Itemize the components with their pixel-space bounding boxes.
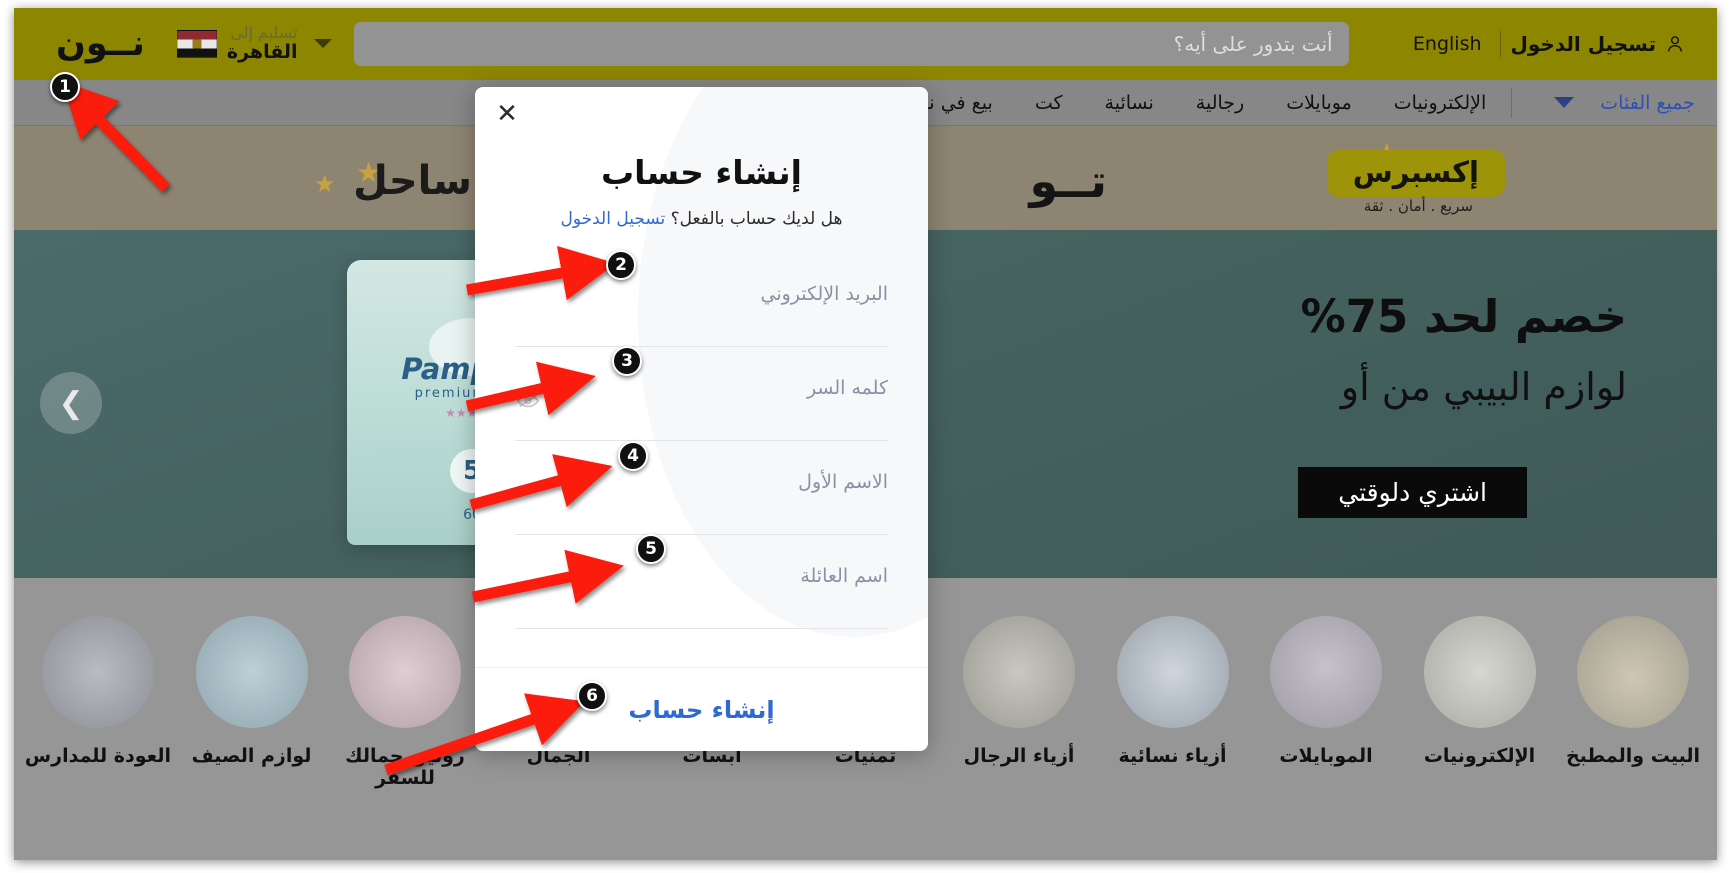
category-label: لوازم الصيف bbox=[191, 745, 312, 767]
user-icon bbox=[1668, 36, 1682, 52]
category-label: أزياء الرجال bbox=[963, 745, 1075, 767]
annotation-badge-1: 1 bbox=[50, 72, 80, 102]
modal-body: ✕ إنشاء حساب هل لديك حساب بالفعل؟ تسجيل … bbox=[475, 87, 928, 751]
backpack-icon bbox=[42, 616, 154, 728]
create-account-modal: ✕ إنشاء حساب هل لديك حساب بالفعل؟ تسجيل … bbox=[475, 87, 928, 751]
hero-headline: خصم لحد 75% bbox=[1300, 290, 1627, 343]
language-switch[interactable]: English bbox=[1395, 33, 1500, 55]
annotation-badge-3: 3 bbox=[612, 346, 642, 376]
nav-item-0[interactable]: الإلكترونيات bbox=[1373, 92, 1508, 114]
close-icon[interactable]: ✕ bbox=[493, 101, 521, 129]
banner-word-coast: ساحل bbox=[353, 158, 472, 204]
egypt-flag-icon bbox=[176, 29, 217, 58]
browser-viewport: تسجيل الدخول English أنت بتدور على أيه؟ … bbox=[14, 8, 1717, 860]
nav-divider bbox=[1511, 87, 1513, 118]
summer-icon bbox=[195, 616, 308, 728]
nav-item-3[interactable]: نسائية bbox=[1084, 92, 1175, 114]
nav-item-1[interactable]: موبايلات bbox=[1265, 92, 1373, 114]
annotation-badge-4: 4 bbox=[618, 441, 648, 471]
category-label: روتين جمالك للسفر bbox=[345, 745, 465, 789]
eye-icon[interactable] bbox=[517, 393, 539, 409]
express-badge: إكسبرس bbox=[1326, 150, 1505, 197]
last-name-field-label: اسم العائلة bbox=[800, 565, 888, 587]
hero-subline: لوازم البيبي من أو bbox=[1340, 365, 1627, 409]
womens-fashion-icon bbox=[1116, 616, 1229, 728]
hero-cta-button[interactable]: اشتري دلوقتي bbox=[1298, 467, 1527, 518]
deliver-label: تسليم إلى bbox=[230, 22, 298, 42]
travel-beauty-icon bbox=[349, 616, 461, 728]
modal-subtitle-text: هل لديك حساب بالفعل؟ bbox=[670, 209, 843, 229]
header-divider bbox=[1499, 31, 1501, 57]
category-item-10[interactable]: العودة للمدارس bbox=[24, 616, 172, 790]
chevron-down-icon bbox=[313, 39, 332, 49]
earbuds-icon bbox=[1423, 616, 1536, 728]
category-label: البيت والمطبخ bbox=[1565, 745, 1701, 767]
delivery-location-selector[interactable]: تسليم إلى القاهرة bbox=[176, 22, 332, 64]
star-icon: ★ bbox=[314, 170, 336, 198]
smartphone-icon bbox=[1270, 616, 1382, 728]
annotation-badge-2: 2 bbox=[606, 250, 636, 280]
category-item-1[interactable]: الإلكترونيات bbox=[1406, 616, 1554, 790]
header-account-area: تسجيل الدخول English bbox=[1395, 31, 1701, 57]
caret-down-icon[interactable] bbox=[1554, 97, 1575, 108]
annotation-badge-6: 6 bbox=[577, 681, 607, 711]
password-field[interactable]: كلمه السر bbox=[515, 347, 888, 441]
nav-item-2[interactable]: رجالية bbox=[1175, 92, 1265, 114]
coffee-cup-icon bbox=[1577, 616, 1689, 728]
email-field[interactable]: البريد الإلكتروني bbox=[515, 253, 888, 347]
mens-fashion-icon bbox=[963, 616, 1075, 728]
create-account-button[interactable]: إنشاء حساب bbox=[628, 696, 774, 724]
signup-form: البريد الإلكتروني كلمه السر الاسم الأول bbox=[515, 253, 888, 629]
category-item-8[interactable]: روتين جمالك للسفر bbox=[331, 616, 479, 790]
login-label: تسجيل الدخول bbox=[1510, 32, 1656, 56]
email-field-label: البريد الإلكتروني bbox=[760, 283, 889, 305]
category-label: الإلكترونيات bbox=[1423, 745, 1536, 767]
banner-word-tawsil: تــو bbox=[1029, 154, 1107, 208]
modal-subtitle: هل لديك حساب بالفعل؟ تسجيل الدخول bbox=[475, 209, 928, 229]
category-item-2[interactable]: الموبايلات bbox=[1252, 616, 1400, 790]
deliver-city: القاهرة bbox=[226, 41, 298, 64]
first-name-field-label: الاسم الأول bbox=[798, 471, 888, 493]
login-button[interactable]: تسجيل الدخول bbox=[1501, 32, 1701, 56]
category-item-0[interactable]: البيت والمطبخ bbox=[1559, 616, 1707, 790]
delivery-text: تسليم إلى القاهرة bbox=[226, 22, 298, 64]
modal-footer: إنشاء حساب bbox=[475, 667, 928, 751]
first-name-field[interactable]: الاسم الأول bbox=[515, 441, 888, 535]
search-input[interactable]: أنت بتدور على أيه؟ bbox=[353, 22, 1349, 66]
site-logo[interactable]: نــون bbox=[56, 24, 146, 64]
category-label: أزياء نسائية bbox=[1118, 745, 1227, 767]
category-label: الموبايلات bbox=[1279, 745, 1373, 767]
password-field-label: كلمه السر bbox=[806, 377, 888, 399]
category-item-9[interactable]: لوازم الصيف bbox=[178, 616, 326, 790]
category-label: العودة للمدارس bbox=[24, 745, 172, 767]
category-item-4[interactable]: أزياء الرجال bbox=[945, 616, 1093, 790]
modal-title: إنشاء حساب bbox=[601, 153, 802, 192]
nav-item-4[interactable]: كت bbox=[1014, 92, 1084, 114]
last-name-field[interactable]: اسم العائلة bbox=[515, 535, 888, 629]
category-item-3[interactable]: أزياء نسائية bbox=[1099, 616, 1247, 790]
nav-all-categories[interactable]: جميع الفئات bbox=[1600, 92, 1695, 114]
annotation-badge-5: 5 bbox=[636, 534, 666, 564]
screenshot-root: تسجيل الدخول English أنت بتدور على أيه؟ … bbox=[0, 0, 1731, 873]
site-header: تسجيل الدخول English أنت بتدور على أيه؟ … bbox=[14, 8, 1717, 80]
express-tagline: سريع . أمان . ثقة bbox=[1363, 197, 1473, 215]
login-link[interactable]: تسجيل الدخول bbox=[560, 209, 665, 229]
chevron-right-icon[interactable]: ❯ bbox=[40, 372, 102, 434]
search-placeholder: أنت بتدور على أيه؟ bbox=[1173, 32, 1333, 56]
